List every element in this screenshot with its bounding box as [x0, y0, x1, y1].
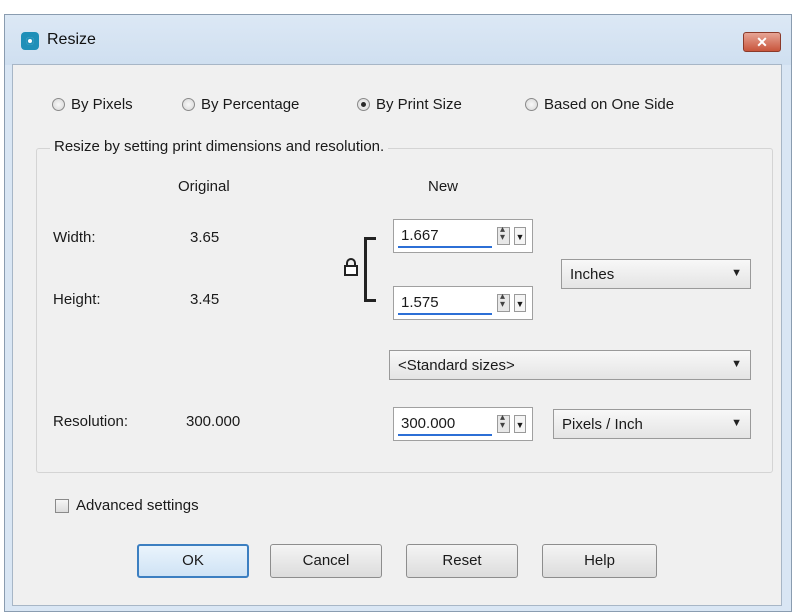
resolution-unit-value: Pixels / Inch: [562, 416, 643, 433]
width-label: Width:: [53, 229, 96, 246]
original-header: Original: [178, 178, 230, 195]
spin-arrows-icon[interactable]: [497, 412, 510, 433]
chevron-down-icon: ▼: [731, 358, 742, 370]
height-new-value: 1.575: [401, 294, 439, 311]
reset-button[interactable]: Reset: [406, 544, 518, 578]
radio-by-print-size[interactable]: By Print Size: [357, 96, 462, 113]
new-header: New: [428, 178, 459, 195]
chevron-down-icon: ▼: [731, 417, 742, 429]
chevron-down-icon: ▼: [731, 267, 742, 279]
close-button[interactable]: ✕: [743, 32, 781, 52]
radio-label: Based on One Side: [544, 96, 675, 113]
width-new-input[interactable]: 1.667 ▼: [393, 219, 533, 253]
width-original-value: 3.65: [190, 229, 220, 246]
radio-label: By Print Size: [376, 96, 462, 113]
input-underline: [398, 246, 492, 248]
resolution-new-value: 300.000: [401, 415, 456, 432]
input-underline: [398, 313, 492, 315]
standard-sizes-value: <Standard sizes>: [398, 357, 515, 374]
height-new-input[interactable]: 1.575 ▼: [393, 286, 533, 320]
radio-button-icon: [52, 98, 65, 111]
title-bar: Resize ✕: [5, 15, 791, 65]
size-unit-value: Inches: [570, 266, 615, 283]
dropdown-arrow-icon[interactable]: ▼: [514, 294, 526, 312]
lock-icon[interactable]: [343, 258, 359, 276]
standard-sizes-select[interactable]: <Standard sizes> ▼: [389, 350, 751, 380]
width-new-value: 1.667: [401, 227, 439, 244]
advanced-settings-checkbox[interactable]: [55, 499, 69, 513]
size-unit-select[interactable]: Inches ▼: [561, 259, 751, 289]
aspect-link-bracket: [364, 237, 376, 302]
app-icon: [21, 32, 39, 50]
resolution-unit-select[interactable]: Pixels / Inch ▼: [553, 409, 751, 439]
radio-button-icon: [525, 98, 538, 111]
height-original-value: 3.45: [190, 291, 220, 308]
dropdown-arrow-icon[interactable]: ▼: [514, 227, 526, 245]
input-underline: [398, 434, 492, 436]
resolution-new-input[interactable]: 300.000 ▼: [393, 407, 533, 441]
resolution-label: Resolution:: [53, 413, 129, 430]
radio-by-percentage[interactable]: By Percentage: [182, 96, 299, 113]
help-button[interactable]: Help: [542, 544, 657, 578]
radio-based-on-one-side[interactable]: Based on One Side: [525, 96, 674, 113]
dialog-title: Resize: [47, 31, 96, 48]
radio-label: By Percentage: [201, 96, 300, 113]
radio-button-icon: [182, 98, 195, 111]
cancel-button[interactable]: Cancel: [270, 544, 382, 578]
ok-button[interactable]: OK: [137, 544, 249, 578]
radio-button-selected-icon: [357, 98, 370, 111]
spin-arrows-icon[interactable]: [497, 224, 510, 245]
radio-by-pixels[interactable]: By Pixels: [52, 96, 133, 113]
advanced-settings-label: Advanced settings: [76, 497, 199, 514]
dropdown-arrow-icon[interactable]: ▼: [514, 415, 526, 433]
spin-arrows-icon[interactable]: [497, 291, 510, 312]
resolution-original-value: 300.000: [186, 413, 241, 430]
radio-label: By Pixels: [71, 96, 133, 113]
height-label: Height:: [53, 291, 101, 308]
group-legend: Resize by setting print dimensions and r…: [50, 138, 389, 155]
